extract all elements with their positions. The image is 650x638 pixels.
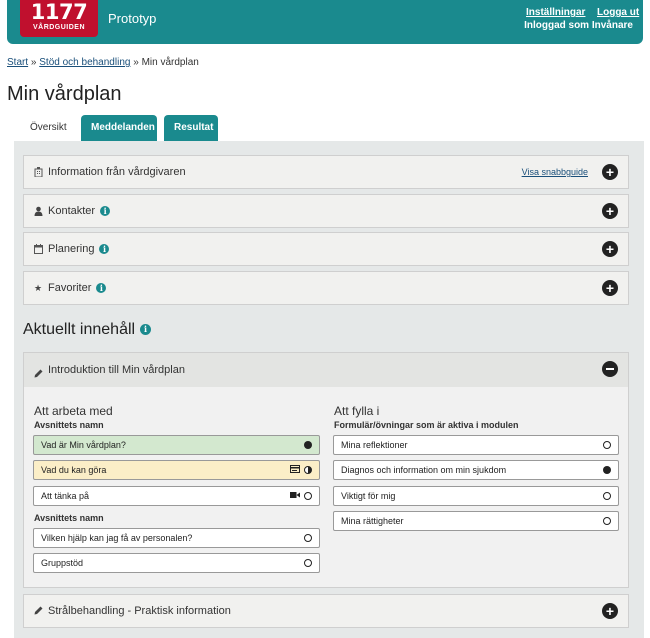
- status-half-icon: [304, 466, 312, 474]
- accordion-label: Planering i: [48, 243, 110, 255]
- section-title: Aktuellt innehåll i: [23, 321, 152, 339]
- status-empty-icon: [603, 517, 611, 525]
- list-item-label: Gruppstöd: [41, 558, 84, 568]
- accordion-label: Kontakter i: [48, 205, 111, 217]
- accordion-favoriter[interactable]: ★ Favoriter i +: [23, 271, 629, 305]
- calendar-icon: [34, 244, 44, 254]
- breadcrumb-separator: »: [30, 57, 37, 68]
- accordion-label: Favoriter i: [48, 282, 107, 294]
- breadcrumb: Start » Stöd och behandling » Min vårdpl…: [7, 57, 199, 68]
- collapse-minus-icon[interactable]: [602, 361, 618, 377]
- accordion-kontakter[interactable]: Kontakter i +: [23, 194, 629, 228]
- form-item[interactable]: Mina reflektioner: [333, 435, 619, 455]
- form-item[interactable]: Mina rättigheter: [333, 511, 619, 531]
- video-icon: [290, 491, 300, 501]
- module-panel: Introduktion till Min vårdplan Att arbet…: [23, 352, 629, 588]
- pencil-icon: [34, 606, 44, 616]
- logout-link[interactable]: Logga ut: [597, 7, 639, 18]
- quick-guide-link[interactable]: Visa snabbguide: [522, 167, 588, 177]
- status-empty-icon: [603, 492, 611, 500]
- right-column-title: Att fylla i: [334, 404, 380, 418]
- info-icon[interactable]: i: [100, 206, 111, 217]
- form-item-label: Diagnos och information om min sjukdom: [341, 465, 507, 475]
- status-empty-icon: [603, 441, 611, 449]
- accordion-label-text: Kontakter: [48, 205, 96, 217]
- forms-label: Formulär/övningar som är aktiva i module…: [334, 420, 519, 430]
- expand-plus-icon[interactable]: +: [602, 164, 618, 180]
- list-item[interactable]: Att tänka på: [33, 486, 320, 506]
- app-name: Prototyp: [108, 11, 157, 26]
- top-header: 1177 VÅRDGUIDEN Prototyp Inställningar L…: [7, 0, 643, 44]
- logo-sub: VÅRDGUIDEN: [32, 24, 86, 31]
- breadcrumb-separator: »: [133, 57, 139, 68]
- logo-number: 1177: [30, 0, 88, 24]
- module-title: Introduktion till Min vårdplan: [48, 364, 185, 376]
- module-body: Att arbeta med Avsnittets namn Vad är Mi…: [24, 387, 628, 587]
- info-icon[interactable]: i: [140, 324, 152, 336]
- expand-plus-icon[interactable]: +: [602, 603, 618, 619]
- logo-1177[interactable]: 1177 VÅRDGUIDEN: [20, 0, 98, 37]
- accordion-stralbehandling[interactable]: Strålbehandling - Praktisk information +: [23, 594, 629, 628]
- logged-in-user: Inloggad som Invånare: [524, 20, 633, 31]
- accordion-label-text: Favoriter: [48, 282, 92, 294]
- form-item[interactable]: Viktigt för mig: [333, 486, 619, 506]
- status-empty-icon: [304, 534, 312, 542]
- status-done-icon: [603, 466, 611, 474]
- list-item[interactable]: Vilken hjälp kan jag få av personalen?: [33, 528, 320, 548]
- accordion-planering[interactable]: Planering i +: [23, 232, 629, 266]
- tab-resultat[interactable]: Resultat: [164, 115, 218, 141]
- accordion-information[interactable]: Information från vårdgivaren Visa snabbg…: [23, 155, 629, 189]
- accordion-label-text: Planering: [48, 243, 95, 255]
- tab-meddelanden[interactable]: Meddelanden: [81, 115, 157, 141]
- status-empty-icon: [304, 559, 312, 567]
- form-item-label: Viktigt för mig: [341, 491, 396, 501]
- pencil-icon: [34, 365, 43, 383]
- list-item-label: Vad är Min vårdplan?: [41, 440, 126, 450]
- list-item-label: Att tänka på: [41, 491, 90, 501]
- page-title: Min vårdplan: [7, 83, 122, 105]
- settings-link[interactable]: Inställningar: [526, 7, 585, 18]
- section-name-label: Avsnittets namn: [34, 513, 104, 523]
- breadcrumb-start[interactable]: Start: [7, 57, 28, 68]
- section-title-text: Aktuellt innehåll: [23, 321, 136, 338]
- list-item-label: Vad du kan göra: [41, 465, 107, 475]
- breadcrumb-current: Min vårdplan: [141, 57, 199, 68]
- expand-plus-icon[interactable]: +: [602, 241, 618, 257]
- accordion-label: Information från vårdgivaren: [48, 166, 186, 178]
- module-header[interactable]: Introduktion till Min vårdplan: [24, 353, 628, 387]
- section-name-label: Avsnittets namn: [34, 420, 104, 430]
- form-item-label: Mina rättigheter: [341, 516, 404, 526]
- info-icon[interactable]: i: [99, 244, 110, 255]
- list-item[interactable]: Vad du kan göra: [33, 460, 320, 480]
- list-item[interactable]: Gruppstöd: [33, 553, 320, 573]
- star-icon: ★: [34, 283, 43, 293]
- tab-oversikt[interactable]: Översikt: [20, 115, 74, 141]
- form-item-label: Mina reflektioner: [341, 440, 408, 450]
- left-column-title: Att arbeta med: [34, 404, 113, 418]
- form-item[interactable]: Diagnos och information om min sjukdom: [333, 460, 619, 480]
- card-icon: [290, 465, 300, 475]
- expand-plus-icon[interactable]: +: [602, 203, 618, 219]
- list-item-label: Vilken hjälp kan jag få av personalen?: [41, 533, 193, 543]
- building-icon: [34, 167, 44, 178]
- list-item[interactable]: Vad är Min vårdplan?: [33, 435, 320, 455]
- status-done-icon: [304, 441, 312, 449]
- person-icon: [34, 206, 44, 216]
- accordion-label: Strålbehandling - Praktisk information: [48, 605, 231, 617]
- status-empty-icon: [304, 492, 312, 500]
- expand-plus-icon[interactable]: +: [602, 280, 618, 296]
- info-icon[interactable]: i: [96, 283, 107, 294]
- breadcrumb-section[interactable]: Stöd och behandling: [39, 57, 130, 68]
